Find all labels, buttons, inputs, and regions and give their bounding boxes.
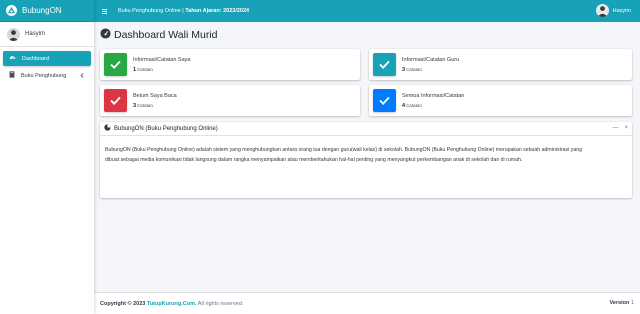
info-count: 1Catatan (133, 66, 153, 73)
navbar-user-menu[interactable]: Hasyim (595, 4, 631, 17)
info-box-semua-catatan[interactable]: Semua Informasi/Catatan 4Catatan (369, 85, 632, 116)
info-count: 3Catatan (133, 102, 153, 109)
info-label: Informasi/Catatan Guru (402, 56, 460, 63)
check-icon (110, 96, 121, 105)
book-icon (9, 71, 15, 80)
check-icon (379, 60, 390, 69)
card-body: BubungON (Buku Penghubung Online) adalah… (100, 136, 632, 174)
page-title: Dashboard Wali Murid (100, 28, 217, 42)
info-label: Informasi/Catatan Saya (133, 56, 191, 63)
page-title-text: Dashboard Wali Murid (114, 29, 218, 41)
navbar-title-prefix: Buku Penghubung Online | (118, 8, 186, 14)
info-count: 3Catatan (402, 66, 422, 73)
card-title: BubungON (Buku Penghubung Online) (114, 125, 218, 132)
navbar-title: Buku Penghubung Online | Tahun Ajaran: 2… (118, 8, 249, 14)
brand-link[interactable]: BubungON (0, 0, 94, 22)
sidebar-item-dashboard[interactable]: Dashboard (3, 51, 91, 66)
footer-copyright: Copyright © 2023 TutupKurung.Com. All ri… (100, 300, 244, 307)
navbar-user-name: Hasyim (612, 7, 631, 14)
dashboard-icon (9, 54, 16, 63)
sidebar-item-label: Buku Penghubung (21, 72, 67, 79)
sidebar-item-label: Dashboard (22, 55, 49, 62)
footer-link[interactable]: TutupKurung.Com. (147, 301, 197, 307)
info-count: 4Catatan (402, 102, 422, 109)
navbar-title-year: Tahun Ajaran: 2023/2024 (185, 8, 250, 14)
menu-toggle-icon[interactable] (102, 8, 107, 14)
about-card: BubungON (Buku Penghubung Online) — × Bu… (100, 122, 632, 198)
info-box-catatan-guru[interactable]: Informasi/Catatan Guru 3Catatan (369, 49, 632, 80)
card-tools: — × (612, 125, 628, 131)
chevron-left-icon (80, 73, 84, 80)
info-box-catatan-saya[interactable]: Informasi/Catatan Saya 1Catatan (100, 49, 360, 80)
footer-version: Version 1 (609, 300, 634, 306)
check-icon (379, 96, 390, 105)
tachometer-icon (100, 28, 111, 42)
user-avatar-icon (7, 27, 20, 41)
info-box-belum-dibaca[interactable]: Belum Saya Baca 3Catatan (100, 85, 360, 116)
check-icon (110, 60, 121, 69)
info-icon-box (373, 89, 396, 112)
brand-name: BubungON (22, 6, 62, 15)
info-label: Semua Informasi/Catatan (402, 92, 465, 99)
info-label: Belum Saya Baca (133, 92, 177, 99)
card-text-line: dibuat sebagai media komunikasi tidak la… (105, 157, 523, 163)
navbar-avatar-icon (595, 4, 609, 17)
user-name: Hasyim (25, 31, 46, 37)
card-text-line: BubungON (Buku Penghubung Online) adalah… (105, 147, 582, 153)
close-button[interactable]: × (624, 125, 628, 131)
card-header: BubungON (Buku Penghubung Online) — × (100, 122, 632, 136)
info-icon-box (373, 53, 396, 76)
info-icon-box (104, 89, 127, 112)
footer: Copyright © 2023 TutupKurung.Com. All ri… (94, 292, 640, 314)
user-panel[interactable]: Hasyim (0, 22, 94, 47)
sidebar: BubungON Hasyim Dashboard Buku Penghubun… (0, 0, 94, 314)
brand-logo-icon (6, 5, 17, 16)
sidebar-item-buku-penghubung[interactable]: Buku Penghubung (3, 68, 91, 83)
collapse-button[interactable]: — (612, 125, 618, 131)
info-icon-box (104, 53, 127, 76)
main-content: Dashboard Wali Murid Informasi/Catatan S… (94, 22, 640, 292)
top-navbar: Buku Penghubung Online | Tahun Ajaran: 2… (94, 0, 640, 22)
pie-chart-icon (104, 124, 111, 133)
